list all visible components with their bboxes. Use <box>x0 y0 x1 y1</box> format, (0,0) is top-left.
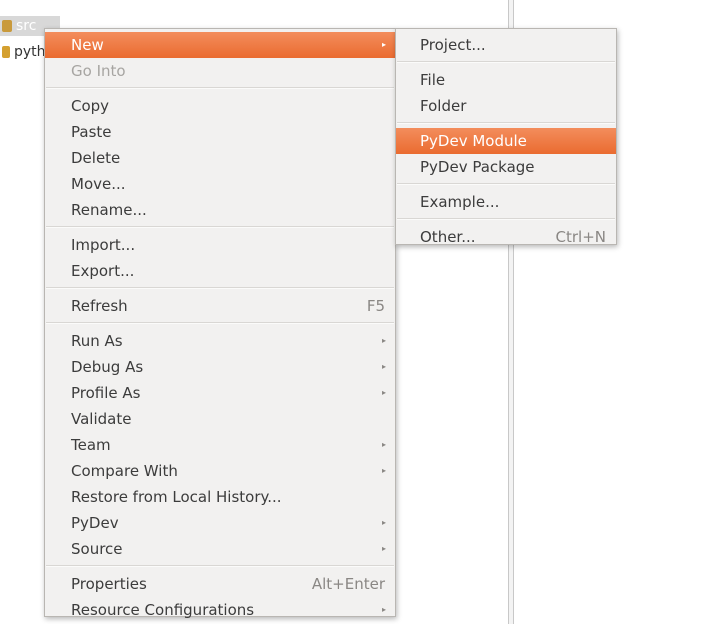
submenu-arrow-icon: ▸ <box>381 605 386 614</box>
menu-item-compare-with[interactable]: Compare With ▸ <box>45 458 395 484</box>
menu-separator <box>397 122 615 124</box>
submenu-arrow-icon: ▸ <box>381 362 386 371</box>
submenu-arrow-icon: ▸ <box>381 440 386 449</box>
menu-item-profile-as[interactable]: Profile As ▸ <box>45 380 395 406</box>
submenu-item-other[interactable]: Other... Ctrl+N <box>396 224 616 250</box>
menu-item-label: Folder <box>420 97 467 115</box>
tree-item[interactable]: ····· <box>0 0 22 10</box>
menu-item-pydev[interactable]: PyDev ▸ <box>45 510 395 536</box>
menu-separator <box>46 565 394 567</box>
menu-item-label: Import... <box>71 236 136 254</box>
menu-item-label: Copy <box>71 97 110 115</box>
menu-item-copy[interactable]: Copy <box>45 93 395 119</box>
submenu-item-file[interactable]: File <box>396 67 616 93</box>
menu-item-label: Move... <box>71 175 126 193</box>
menu-item-label: File <box>420 71 446 89</box>
menu-item-label: Profile As <box>71 384 141 402</box>
submenu-item-pydev-package[interactable]: PyDev Package <box>396 154 616 180</box>
submenu-item-pydev-module[interactable]: PyDev Module <box>396 128 616 154</box>
shortcut-label: Ctrl+N <box>555 228 606 246</box>
menu-item-delete[interactable]: Delete <box>45 145 395 171</box>
menu-separator <box>46 322 394 324</box>
menu-item-rename[interactable]: Rename... <box>45 197 395 223</box>
menu-item-team[interactable]: Team ▸ <box>45 432 395 458</box>
submenu-arrow-icon: ▸ <box>381 466 386 475</box>
menu-item-label: Debug As <box>71 358 144 376</box>
menu-item-label: Restore from Local History... <box>71 488 282 506</box>
submenu-arrow-icon: ▸ <box>381 544 386 553</box>
menu-item-new[interactable]: New ▸ <box>45 32 395 58</box>
menu-item-label: Example... <box>420 193 500 211</box>
menu-item-source[interactable]: Source ▸ <box>45 536 395 562</box>
menu-item-label: Source <box>71 540 123 558</box>
menu-item-label: Properties <box>71 575 147 593</box>
menu-item-paste[interactable]: Paste <box>45 119 395 145</box>
menu-item-label: Export... <box>71 262 135 280</box>
submenu-item-folder[interactable]: Folder <box>396 93 616 119</box>
menu-item-properties[interactable]: Properties Alt+Enter <box>45 571 395 597</box>
menu-item-label: PyDev Module <box>420 132 527 150</box>
package-folder-icon <box>2 20 12 32</box>
menu-item-label: Team <box>71 436 111 454</box>
menu-separator <box>397 61 615 63</box>
menu-separator <box>46 226 394 228</box>
submenu-arrow-icon: ▸ <box>381 518 386 527</box>
tree-item-label: ····· <box>0 0 23 8</box>
menu-item-label: Paste <box>71 123 112 141</box>
submenu-arrow-icon: ▸ <box>381 336 386 345</box>
menu-item-move[interactable]: Move... <box>45 171 395 197</box>
menu-item-label: Go Into <box>71 62 126 80</box>
shortcut-label: F5 <box>366 297 385 315</box>
menu-item-resource-configurations[interactable]: Resource Configurations ▸ <box>45 597 395 623</box>
menu-item-label: Refresh <box>71 297 128 315</box>
menu-item-label: Resource Configurations <box>71 601 255 619</box>
menu-separator <box>46 287 394 289</box>
new-submenu: Project... File Folder PyDev Module PyDe… <box>395 28 617 246</box>
context-menu: New ▸ Go Into Copy Paste Delete Move... … <box>44 28 396 619</box>
menu-item-label: Project... <box>420 36 486 54</box>
menu-item-label: New <box>71 36 104 54</box>
tree-item-python[interactable]: pyth <box>0 42 46 62</box>
menu-separator <box>397 218 615 220</box>
menu-item-refresh[interactable]: Refresh F5 <box>45 293 395 319</box>
submenu-item-project[interactable]: Project... <box>396 32 616 58</box>
menu-item-label: PyDev <box>71 514 119 532</box>
shortcut-label: Alt+Enter <box>311 575 385 593</box>
menu-item-label: PyDev Package <box>420 158 535 176</box>
menu-item-import[interactable]: Import... <box>45 232 395 258</box>
menu-item-run-as[interactable]: Run As ▸ <box>45 328 395 354</box>
menu-item-label: Validate <box>71 410 132 428</box>
menu-item-label: Compare With <box>71 462 178 480</box>
menu-item-label: Delete <box>71 149 121 167</box>
submenu-item-example[interactable]: Example... <box>396 189 616 215</box>
menu-separator <box>397 183 615 185</box>
menu-item-label: Other... <box>420 228 476 246</box>
menu-item-export[interactable]: Export... <box>45 258 395 284</box>
menu-item-validate[interactable]: Validate <box>45 406 395 432</box>
menu-item-debug-as[interactable]: Debug As ▸ <box>45 354 395 380</box>
python-library-icon <box>2 46 10 58</box>
menu-item-label: Run As <box>71 332 123 350</box>
menu-separator <box>46 87 394 89</box>
tree-item-label: src <box>16 18 37 34</box>
menu-item-label: Rename... <box>71 201 147 219</box>
menu-item-go-into: Go Into <box>45 58 395 84</box>
submenu-arrow-icon: ▸ <box>381 388 386 397</box>
tree-item-label: pyth <box>14 44 46 60</box>
submenu-arrow-icon: ▸ <box>381 40 386 49</box>
menu-item-restore-from-local-history[interactable]: Restore from Local History... <box>45 484 395 510</box>
